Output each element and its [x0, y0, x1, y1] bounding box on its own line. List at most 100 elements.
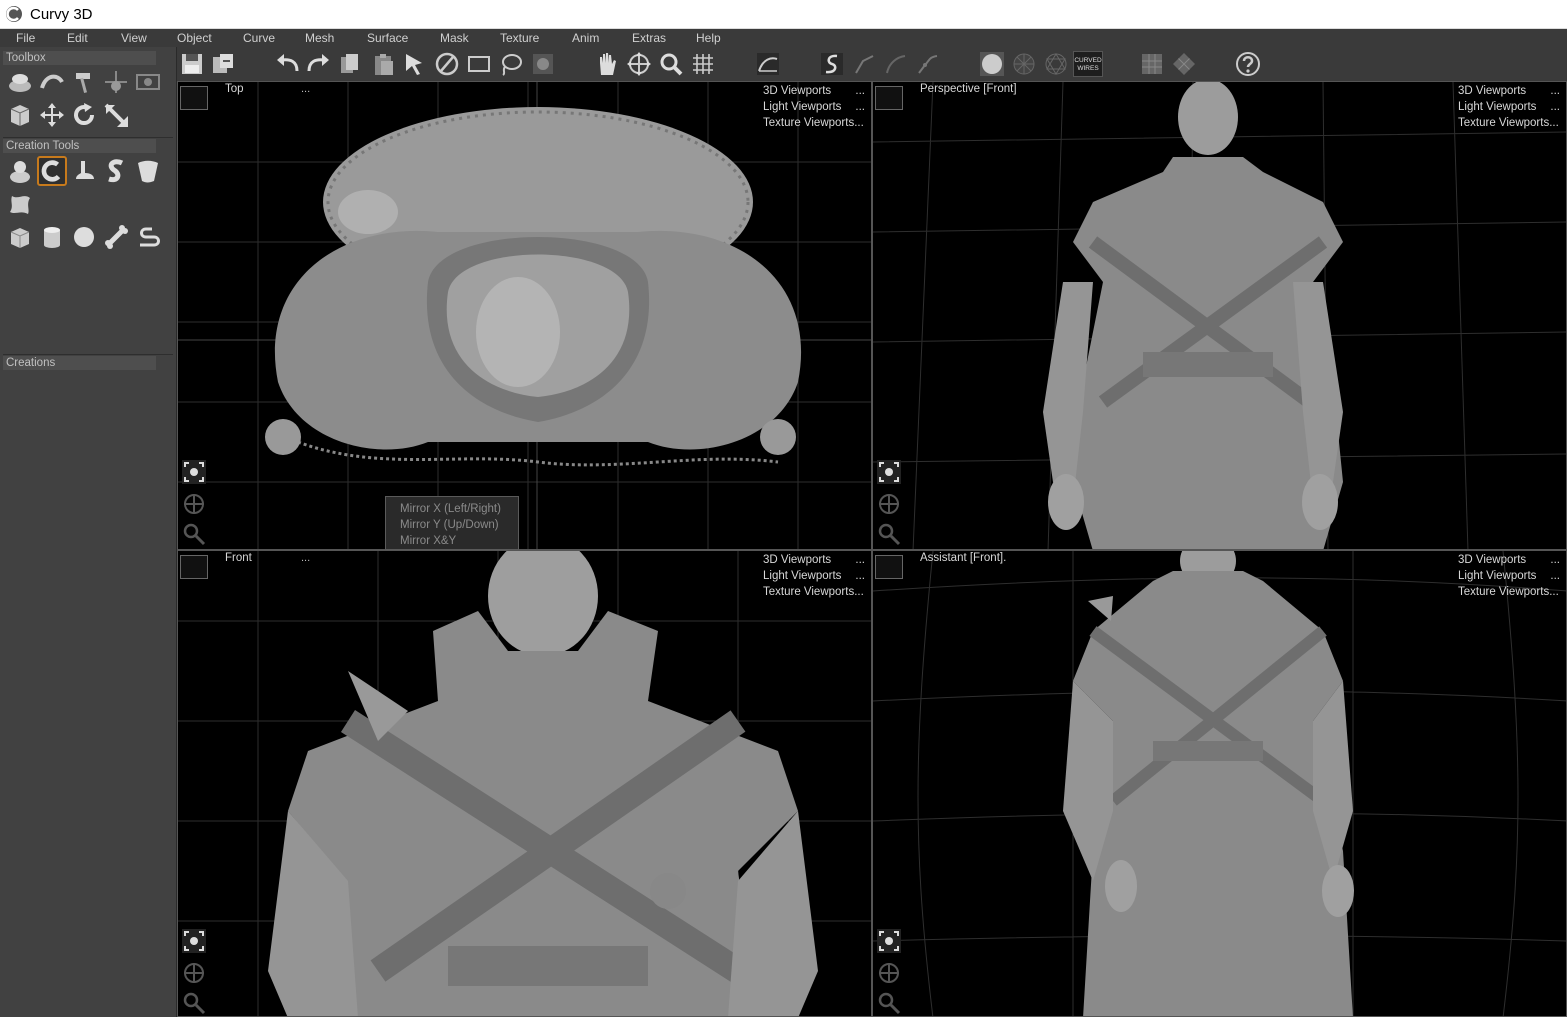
menu-row[interactable]: Texture Viewports...	[1458, 584, 1560, 600]
menu-texture-viewports[interactable]: Texture Viewports...	[763, 115, 864, 131]
menu-3d-viewports[interactable]: 3D Viewports	[763, 552, 831, 568]
mirror-xy-item[interactable]: Mirror X&Y	[400, 533, 518, 549]
orbit-nav-button[interactable]	[875, 959, 903, 987]
spline-button[interactable]	[817, 49, 847, 79]
zoom-button[interactable]	[656, 49, 686, 79]
menu-light-viewports[interactable]: Light Viewports	[763, 568, 841, 584]
focus-button[interactable]	[875, 458, 903, 486]
image-tool-button[interactable]	[133, 67, 163, 97]
menu-texture-viewports[interactable]: Texture Viewports...	[763, 584, 864, 600]
undo-button[interactable]	[273, 49, 303, 79]
menu-texture-viewports[interactable]: Texture Viewports...	[1458, 115, 1559, 131]
redo-button[interactable]	[303, 49, 333, 79]
move-tool-button[interactable]	[37, 100, 67, 130]
grab-tool-button[interactable]	[101, 67, 131, 97]
deselect-button[interactable]	[432, 49, 462, 79]
menu-light-viewports[interactable]: Light Viewports	[763, 99, 841, 115]
save-button[interactable]	[177, 49, 207, 79]
mirror-y-item[interactable]: Mirror Y (Up/Down)	[400, 517, 518, 533]
mask-select-button[interactable]	[528, 49, 558, 79]
menu-extras[interactable]: Extras	[632, 31, 666, 45]
ortho-grid-button[interactable]	[1137, 49, 1167, 79]
orbit-nav-button[interactable]	[180, 959, 208, 987]
menu-row[interactable]: Light Viewports...	[1458, 99, 1560, 115]
menu-row[interactable]: 3D Viewports...	[763, 552, 865, 568]
orbit-button[interactable]	[624, 49, 654, 79]
blob-tool-button[interactable]	[5, 156, 35, 186]
zoom-nav-button[interactable]	[875, 989, 903, 1016]
rotate-tool-button[interactable]	[69, 100, 99, 130]
viewport-selector-box[interactable]	[180, 86, 208, 110]
paste-button[interactable]	[369, 49, 399, 79]
grid-button[interactable]	[688, 49, 718, 79]
shaded-wire-view-button[interactable]	[1041, 49, 1071, 79]
curved-wires-button[interactable]: CURVED WIRES	[1072, 49, 1104, 79]
spline-smooth-button[interactable]	[881, 49, 911, 79]
zoom-nav-button[interactable]	[180, 989, 208, 1016]
menu-row[interactable]: Texture Viewports...	[763, 584, 865, 600]
scale-tool-button[interactable]	[101, 100, 131, 130]
copy-button[interactable]	[335, 49, 365, 79]
viewport-perspective[interactable]: Perspective [Front] 3D Viewports... Ligh…	[872, 81, 1567, 550]
save-as-button[interactable]	[208, 49, 238, 79]
menu-row[interactable]: Light Viewports...	[763, 568, 865, 584]
hook-primitive-button[interactable]	[133, 222, 163, 252]
orbit-nav-button[interactable]	[180, 490, 208, 518]
menu-mesh[interactable]: Mesh	[305, 31, 334, 45]
cylinder-primitive-button[interactable]	[37, 222, 67, 252]
curve-draw-tool-button[interactable]	[37, 156, 67, 186]
zoom-nav-button[interactable]	[875, 520, 903, 548]
help-button[interactable]	[1233, 49, 1263, 79]
menu-mask[interactable]: Mask	[440, 31, 469, 45]
menu-row[interactable]: Light Viewports...	[763, 99, 865, 115]
s-shape-tool-button[interactable]	[101, 156, 131, 186]
curve-edit-button[interactable]	[753, 49, 783, 79]
viewport-options-dots[interactable]: ...	[301, 552, 310, 564]
menu-row[interactable]: Light Viewports...	[1458, 568, 1560, 584]
cube-primitive-button[interactable]	[5, 222, 35, 252]
viewport-selector-box[interactable]	[875, 555, 903, 579]
menu-3d-viewports[interactable]: 3D Viewports	[763, 83, 831, 99]
boot-tool-button[interactable]	[69, 156, 99, 186]
menu-row[interactable]: 3D Viewports...	[763, 83, 865, 99]
stack-tool-button[interactable]	[5, 67, 35, 97]
flat-shape-tool-button[interactable]	[5, 189, 35, 219]
bone-primitive-button[interactable]	[101, 222, 131, 252]
select-arrow-button[interactable]	[400, 49, 430, 79]
viewport-selector-box[interactable]	[180, 555, 208, 579]
menu-anim[interactable]: Anim	[572, 31, 599, 45]
shaded-view-button[interactable]	[977, 49, 1007, 79]
menu-row[interactable]: Texture Viewports...	[1458, 115, 1560, 131]
menu-texture-viewports[interactable]: Texture Viewports...	[1458, 584, 1559, 600]
focus-button[interactable]	[875, 927, 903, 955]
menu-help[interactable]: Help	[696, 31, 721, 45]
menu-row[interactable]: 3D Viewports...	[1458, 552, 1560, 568]
menu-3d-viewports[interactable]: 3D Viewports	[1458, 552, 1526, 568]
viewport-front[interactable]: Front ... 3D Viewports... Light Viewport…	[177, 550, 872, 1017]
mirror-x-item[interactable]: Mirror X (Left/Right)	[400, 501, 518, 517]
menu-file[interactable]: File	[16, 31, 35, 45]
menu-row[interactable]: Texture Viewports...	[763, 115, 865, 131]
menu-object[interactable]: Object	[177, 31, 212, 45]
pan-button[interactable]	[592, 49, 622, 79]
menu-texture[interactable]: Texture	[500, 31, 539, 45]
zoom-nav-button[interactable]	[180, 520, 208, 548]
spline-mixed-button[interactable]	[913, 49, 943, 79]
menu-3d-viewports[interactable]: 3D Viewports	[1458, 83, 1526, 99]
hammer-tool-button[interactable]	[69, 67, 99, 97]
persp-grid-button[interactable]	[1169, 49, 1199, 79]
orbit-nav-button[interactable]	[875, 490, 903, 518]
focus-button[interactable]	[180, 458, 208, 486]
sphere-primitive-button[interactable]	[69, 222, 99, 252]
viewport-options-dots[interactable]: ...	[301, 83, 310, 95]
viewport-top[interactable]: Top ... 3D Viewports... Light Viewports.…	[177, 81, 872, 550]
rect-select-button[interactable]	[464, 49, 494, 79]
menu-surface[interactable]: Surface	[367, 31, 408, 45]
focus-button[interactable]	[180, 927, 208, 955]
deform-tool-button[interactable]	[37, 67, 67, 97]
menu-light-viewports[interactable]: Light Viewports	[1458, 99, 1536, 115]
viewport-assistant[interactable]: Assistant [Front]. 3D Viewports... Light…	[872, 550, 1567, 1017]
menu-edit[interactable]: Edit	[67, 31, 88, 45]
viewport-selector-box[interactable]	[875, 86, 903, 110]
wire-view-button[interactable]	[1009, 49, 1039, 79]
